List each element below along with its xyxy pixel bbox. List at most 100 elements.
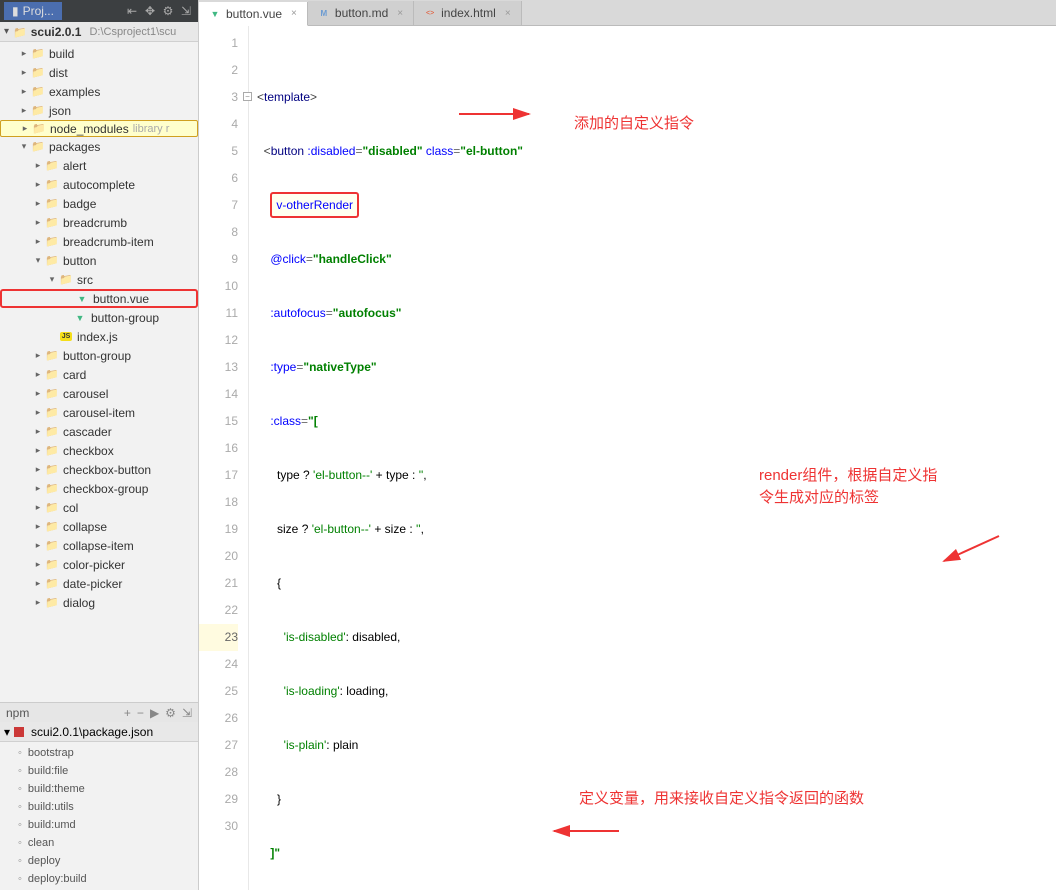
- tree-item-index-js[interactable]: index.js: [0, 327, 198, 346]
- chevron-right-icon[interactable]: ▸: [32, 483, 44, 494]
- npm-script-build-theme[interactable]: build:theme: [0, 780, 198, 798]
- chevron-right-icon[interactable]: ▸: [32, 597, 44, 608]
- chevron-right-icon[interactable]: ▸: [18, 105, 30, 116]
- hide-icon[interactable]: ⇲: [178, 3, 194, 19]
- tree-item-card[interactable]: ▸card: [0, 365, 198, 384]
- line-number: 1: [199, 30, 238, 57]
- chevron-right-icon[interactable]: ▸: [32, 160, 44, 171]
- close-icon[interactable]: ×: [505, 8, 511, 19]
- npm-script-deploy[interactable]: deploy: [0, 852, 198, 870]
- chevron-right-icon[interactable]: ▸: [32, 369, 44, 380]
- chevron-right-icon[interactable]: ▸: [32, 426, 44, 437]
- tree-item-autocomplete[interactable]: ▸autocomplete: [0, 175, 198, 194]
- tree-item-col[interactable]: ▸col: [0, 498, 198, 517]
- folder-icon: [30, 85, 46, 99]
- tree-item-checkbox[interactable]: ▸ checkbox: [0, 441, 198, 460]
- close-icon[interactable]: ×: [291, 8, 297, 19]
- chevron-right-icon[interactable]: ▸: [32, 559, 44, 570]
- code-editor[interactable]: 1234567891011121314151617181920212223242…: [199, 26, 1056, 890]
- close-icon[interactable]: ×: [397, 8, 403, 19]
- line-number: 12: [199, 327, 238, 354]
- project-root-row[interactable]: ▾ scui2.0.1 D:\Csproject1\scu: [0, 22, 198, 42]
- tree-item-carousel[interactable]: ▸carousel: [0, 384, 198, 403]
- editor-tab-index-html[interactable]: index.html×: [414, 1, 522, 25]
- tree-item-checkbox-button[interactable]: ▸checkbox-button: [0, 460, 198, 479]
- tree-item-checkbox-group[interactable]: ▸checkbox-group: [0, 479, 198, 498]
- tree-item-carousel-item[interactable]: ▸carousel-item: [0, 403, 198, 422]
- tree-item-label: button: [63, 254, 96, 268]
- project-tool-tab[interactable]: ▮ Proj...: [4, 2, 62, 20]
- editor-tab-button-md[interactable]: button.md×: [308, 1, 414, 25]
- folder-icon: [58, 273, 74, 287]
- tree-item-dist[interactable]: ▸dist: [0, 63, 198, 82]
- tree-item-cascader[interactable]: ▸cascader: [0, 422, 198, 441]
- tree-item-packages[interactable]: ▾packages: [0, 137, 198, 156]
- folder-icon: [30, 140, 46, 154]
- tree-item-examples[interactable]: ▸examples: [0, 82, 198, 101]
- chevron-right-icon[interactable]: ▸: [18, 86, 30, 97]
- chevron-right-icon[interactable]: ▸: [32, 407, 44, 418]
- tree-item-breadcrumb-item[interactable]: ▸breadcrumb-item: [0, 232, 198, 251]
- tree-item-label: checkbox: [63, 444, 114, 458]
- plus-icon[interactable]: +: [124, 706, 131, 720]
- tree-item-button-vue[interactable]: button.vue: [0, 289, 198, 308]
- collapse-icon[interactable]: ⇤: [124, 3, 140, 19]
- locate-icon[interactable]: ✥: [142, 3, 158, 19]
- chevron-right-icon[interactable]: ▸: [18, 67, 30, 78]
- tree-item-collapse[interactable]: ▸collapse: [0, 517, 198, 536]
- npm-script-build-umd[interactable]: build:umd: [0, 816, 198, 834]
- tree-item-date-picker[interactable]: ▸date-picker: [0, 574, 198, 593]
- tree-item-button[interactable]: ▾ button: [0, 251, 198, 270]
- editor-tab-button-vue[interactable]: button.vue×: [199, 2, 308, 26]
- code-content[interactable]: −<template> <button :disabled="disabled"…: [249, 26, 1056, 890]
- tree-item-label: index.js: [77, 330, 118, 344]
- chevron-right-icon[interactable]: ▸: [32, 540, 44, 551]
- chevron-down-icon[interactable]: ▾: [32, 255, 44, 266]
- hide-icon[interactable]: ⇲: [182, 706, 192, 720]
- tree-item-build[interactable]: ▸build: [0, 44, 198, 63]
- tree-item-node_modules[interactable]: ▸node_moduleslibrary r: [0, 120, 198, 137]
- fold-marker[interactable]: −: [243, 92, 252, 101]
- tree-item-button-group[interactable]: button-group: [0, 308, 198, 327]
- gear-icon[interactable]: ⚙: [160, 3, 176, 19]
- chevron-down-icon[interactable]: ▾: [46, 274, 58, 285]
- chevron-right-icon[interactable]: ▸: [32, 578, 44, 589]
- tree-item-badge[interactable]: ▸badge: [0, 194, 198, 213]
- chevron-right-icon[interactable]: ▸: [32, 388, 44, 399]
- chevron-right-icon[interactable]: ▸: [32, 217, 44, 228]
- run-icon[interactable]: ▶: [150, 706, 159, 720]
- tree-item-src[interactable]: ▾src: [0, 270, 198, 289]
- tree-item-color-picker[interactable]: ▸color-picker: [0, 555, 198, 574]
- npm-script-deploy-build[interactable]: deploy:build: [0, 870, 198, 888]
- npm-header[interactable]: ▾ scui2.0.1\package.json: [0, 722, 198, 742]
- chevron-right-icon[interactable]: ▸: [32, 198, 44, 209]
- tree-item-json[interactable]: ▸json: [0, 101, 198, 120]
- line-numbers: 1234567891011121314151617181920212223242…: [199, 26, 249, 890]
- tree-item-breadcrumb[interactable]: ▸breadcrumb: [0, 213, 198, 232]
- chevron-right-icon[interactable]: ▸: [32, 521, 44, 532]
- project-tree[interactable]: ▸build▸dist▸examples▸json▸node_modulesli…: [0, 42, 198, 702]
- chevron-down-icon[interactable]: ▾: [18, 141, 30, 152]
- tree-item-dialog[interactable]: ▸dialog: [0, 593, 198, 612]
- chevron-right-icon[interactable]: ▸: [32, 179, 44, 190]
- chevron-right-icon[interactable]: ▸: [19, 123, 31, 134]
- chevron-right-icon[interactable]: ▸: [32, 464, 44, 475]
- npm-script-clean[interactable]: clean: [0, 834, 198, 852]
- gear-icon[interactable]: ⚙: [165, 706, 176, 720]
- folder-icon: [44, 577, 60, 591]
- tree-item-button-group[interactable]: ▸button-group: [0, 346, 198, 365]
- tree-item-alert[interactable]: ▸alert: [0, 156, 198, 175]
- folder-icon: [44, 406, 60, 420]
- line-number: 23: [199, 624, 238, 651]
- chevron-right-icon[interactable]: ▸: [32, 502, 44, 513]
- minus-icon[interactable]: −: [137, 706, 144, 720]
- sidebar-toolbar: ▮ Proj... ⇤ ✥ ⚙ ⇲: [0, 0, 198, 22]
- tree-item-collapse-item[interactable]: ▸collapse-item: [0, 536, 198, 555]
- npm-script-bootstrap[interactable]: bootstrap: [0, 744, 198, 762]
- chevron-right-icon[interactable]: ▸: [32, 350, 44, 361]
- npm-script-build-file[interactable]: build:file: [0, 762, 198, 780]
- chevron-right-icon[interactable]: ▸: [32, 445, 44, 456]
- npm-script-build-utils[interactable]: build:utils: [0, 798, 198, 816]
- chevron-right-icon[interactable]: ▸: [32, 236, 44, 247]
- chevron-right-icon[interactable]: ▸: [18, 48, 30, 59]
